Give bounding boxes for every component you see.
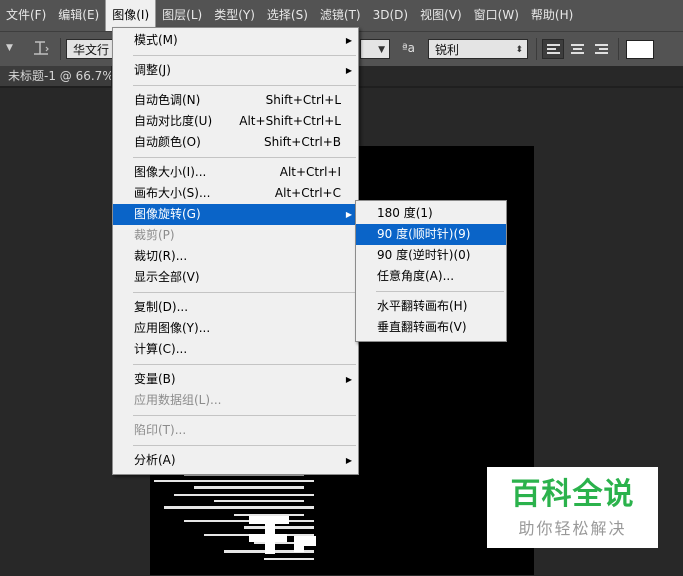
menu-item-label: 计算(C)... [134, 342, 188, 356]
menu-item-label: 任意角度(A)... [377, 269, 455, 283]
menu-item-reveal-all[interactable]: 显示全部(V) [113, 267, 358, 288]
menu-item-label: 自动对比度(U) [134, 114, 213, 128]
menu-item-duplicate[interactable]: 复制(D)... [113, 297, 358, 318]
menu-separator [133, 292, 356, 293]
menu-separator [133, 415, 356, 416]
menu-view[interactable]: 视图(V) [414, 0, 468, 31]
menu-item-label: 自动颜色(O) [134, 135, 201, 149]
align-center-button[interactable] [566, 39, 588, 59]
menu-separator [133, 55, 356, 56]
menu-item-rotate-90-ccw[interactable]: 90 度(逆时针)(0) [356, 245, 506, 266]
shortcut-label: Alt+Ctrl+I [279, 165, 341, 179]
menu-separator [133, 85, 356, 86]
menu-separator [133, 364, 356, 365]
menu-item-auto-tone[interactable]: 自动色调(N) Shift+Ctrl+L [113, 90, 358, 111]
menu-item-label: 垂直翻转画布(V) [377, 320, 467, 334]
font-size-field[interactable]: ▼ [360, 39, 390, 59]
menu-item-mode[interactable]: 模式(M) ▶ [113, 30, 358, 51]
chevron-down-icon: ▼ [378, 45, 385, 55]
menu-item-label: 调整(J) [134, 63, 171, 77]
menu-item-label: 复制(D)... [134, 300, 189, 314]
menu-item-label: 分析(A) [134, 453, 176, 467]
menu-item-auto-contrast[interactable]: 自动对比度(U) Alt+Shift+Ctrl+L [113, 111, 358, 132]
menu-item-flip-horizontal[interactable]: 水平翻转画布(H) [356, 296, 506, 317]
submenu-arrow-icon: ▶ [345, 66, 352, 75]
menu-file[interactable]: 文件(F) [0, 0, 52, 31]
watermark-logo: 百科全说 助你轻松解决 [487, 467, 658, 548]
chevron-updown-icon: ⬍ [515, 45, 523, 55]
menu-item-rotate-180[interactable]: 180 度(1) [356, 203, 506, 224]
menu-3d[interactable]: 3D(D) [367, 0, 414, 31]
menu-item-label: 90 度(顺时针)(9) [377, 227, 471, 241]
submenu-arrow-icon: ▶ [345, 36, 352, 45]
menu-item-label: 裁剪(P) [134, 228, 175, 242]
menu-item-trap: 陷印(T)... [113, 420, 358, 441]
menu-item-image-size[interactable]: 图像大小(I)... Alt+Ctrl+I [113, 162, 358, 183]
menu-item-label: 自动色调(N) [134, 93, 201, 107]
menu-item-label: 画布大小(S)... [134, 186, 211, 200]
menu-item-label: 水平翻转画布(H) [377, 299, 468, 313]
menu-item-adjustments[interactable]: 调整(J) ▶ [113, 60, 358, 81]
align-left-button[interactable] [542, 39, 564, 59]
anti-alias-value: 锐利 [435, 43, 460, 57]
menu-item-label: 应用图像(Y)... [134, 321, 211, 335]
menu-item-canvas-size[interactable]: 画布大小(S)... Alt+Ctrl+C [113, 183, 358, 204]
submenu-arrow-icon: ▶ [345, 210, 352, 219]
options-divider [618, 38, 619, 60]
menu-item-label: 180 度(1) [377, 206, 433, 220]
submenu-arrow-icon: ▶ [345, 456, 352, 465]
shortcut-label: Shift+Ctrl+B [264, 135, 341, 149]
tool-preset-dropdown-icon[interactable]: ▼ [6, 43, 13, 53]
shortcut-label: Alt+Shift+Ctrl+L [239, 114, 341, 128]
menu-help[interactable]: 帮助(H) [525, 0, 579, 31]
menu-item-label: 图像大小(I)... [134, 165, 207, 179]
text-color-swatch[interactable] [626, 40, 654, 59]
menu-item-label: 90 度(逆时针)(0) [377, 248, 471, 262]
menu-item-rotate-arbitrary[interactable]: 任意角度(A)... [356, 266, 506, 287]
menu-item-rotate-90-cw[interactable]: 90 度(顺时针)(9) [356, 224, 506, 245]
align-right-button[interactable] [590, 39, 612, 59]
menu-edit[interactable]: 编辑(E) [52, 0, 105, 31]
image-menu-dropdown: 模式(M) ▶ 调整(J) ▶ 自动色调(N) Shift+Ctrl+L 自动对比度(… [112, 27, 359, 475]
menu-item-crop: 裁剪(P) [113, 225, 358, 246]
shortcut-label: Shift+Ctrl+L [265, 93, 341, 107]
menu-item-label: 裁切(R)... [134, 249, 188, 263]
menu-item-apply-image[interactable]: 应用图像(Y)... [113, 318, 358, 339]
font-family-value: 华文行 [73, 43, 110, 57]
text-orientation-icon[interactable] [30, 39, 52, 59]
menu-item-auto-color[interactable]: 自动颜色(O) Shift+Ctrl+B [113, 132, 358, 153]
menu-item-image-rotation[interactable]: 图像旋转(G) ▶ [113, 204, 358, 225]
menu-item-variables[interactable]: 变量(B) ▶ [113, 369, 358, 390]
canvas-artwork [154, 466, 316, 560]
options-divider [60, 38, 61, 60]
anti-alias-icon: ªa [402, 41, 416, 55]
anti-alias-select[interactable]: 锐利 ⬍ [428, 39, 528, 59]
menu-separator [376, 291, 504, 292]
menu-item-label: 显示全部(V) [134, 270, 200, 284]
options-divider [536, 38, 537, 60]
menu-item-apply-data-set: 应用数据组(L)... [113, 390, 358, 411]
menu-separator [133, 157, 356, 158]
menu-item-analysis[interactable]: 分析(A) ▶ [113, 450, 358, 471]
watermark-title: 百科全说 [510, 477, 635, 512]
document-tab-label: 未标题-1 @ 66.7% [8, 69, 112, 83]
watermark-subtitle: 助你轻松解决 [518, 519, 627, 538]
menu-separator [133, 445, 356, 446]
submenu-arrow-icon: ▶ [345, 375, 352, 384]
menu-item-label: 模式(M) [134, 33, 178, 47]
menu-item-trim[interactable]: 裁切(R)... [113, 246, 358, 267]
menu-item-calculations[interactable]: 计算(C)... [113, 339, 358, 360]
menu-item-label: 变量(B) [134, 372, 176, 386]
menu-item-flip-vertical[interactable]: 垂直翻转画布(V) [356, 317, 506, 338]
menu-window[interactable]: 窗口(W) [468, 0, 525, 31]
menu-item-label: 应用数据组(L)... [134, 393, 222, 407]
menu-item-label: 图像旋转(G) [134, 207, 201, 221]
menu-item-label: 陷印(T)... [134, 423, 187, 437]
shortcut-label: Alt+Ctrl+C [274, 186, 341, 200]
document-tab[interactable]: 未标题-1 @ 66.7% [0, 66, 112, 86]
image-rotation-submenu: 180 度(1) 90 度(顺时针)(9) 90 度(逆时针)(0) 任意角度(… [355, 200, 507, 342]
